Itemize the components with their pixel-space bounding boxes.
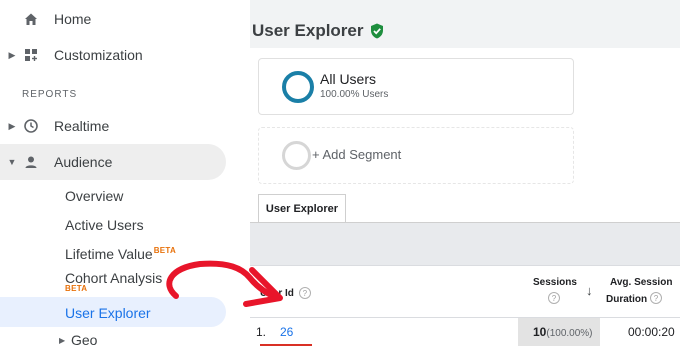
reports-section-label: REPORTS: [22, 89, 78, 100]
sidebar-item-realtime[interactable]: ▶ Realtime: [0, 108, 240, 144]
page-title: User Explorer: [252, 21, 384, 41]
sidebar-subitem-lifetime-value[interactable]: Lifetime ValueBETA: [65, 246, 176, 262]
empty-segment-ring-icon: [282, 141, 311, 170]
sort-descending-icon[interactable]: ↓: [586, 283, 593, 298]
home-icon: [22, 10, 40, 28]
row-divider: [250, 317, 680, 318]
row-index: 1.: [256, 325, 267, 339]
sidebar-item-home[interactable]: Home: [0, 1, 240, 37]
page-title-text: User Explorer: [252, 21, 364, 40]
clock-icon: [22, 117, 40, 135]
caret-down-icon[interactable]: ▼: [7, 157, 17, 167]
help-icon[interactable]: ?: [650, 292, 662, 304]
sidebar-item-label: Realtime: [54, 118, 110, 134]
sidebar-subitem-overview[interactable]: Overview: [65, 188, 123, 204]
sidebar-item-label: Customization: [54, 47, 143, 63]
beta-badge: BETA: [153, 246, 177, 255]
segment-ring-icon: [282, 71, 314, 103]
help-icon[interactable]: ?: [298, 287, 311, 299]
avg-duration-value: 00:00:20: [628, 325, 675, 339]
sidebar-subitem-active-users[interactable]: Active Users: [65, 217, 144, 233]
sidebar-subitem-user-explorer[interactable]: User Explorer: [65, 305, 151, 321]
column-header-user-id[interactable]: User Id ?: [260, 287, 311, 299]
sidebar-item-label: Home: [54, 11, 92, 27]
person-icon: [22, 153, 40, 171]
tab-user-explorer[interactable]: User Explorer: [258, 194, 346, 222]
column-header-avg-session[interactable]: Avg. Session: [610, 277, 672, 288]
segment-all-users[interactable]: All Users 100.00% Users: [258, 58, 574, 115]
column-header-duration: Duration: [606, 294, 648, 305]
sidebar-item-label: Audience: [54, 154, 113, 170]
column-header-sessions[interactable]: Sessions: [533, 277, 577, 288]
sidebar: Home ▶ Customization REPORTS ▶ Realtime …: [0, 0, 250, 346]
dashboard-icon: [22, 46, 40, 64]
main-content: User Explorer All Users 100.00% Users + …: [250, 0, 680, 346]
add-segment-button[interactable]: + Add Segment: [258, 127, 574, 184]
user-id-link[interactable]: 26: [280, 325, 293, 339]
caret-right-icon[interactable]: ▶: [59, 336, 65, 345]
column-header-label: User Id: [260, 287, 294, 299]
sidebar-subitem-label: Geo: [71, 332, 98, 346]
add-segment-label: + Add Segment: [312, 147, 402, 162]
verified-shield-icon: [370, 23, 383, 39]
sessions-count: 10: [533, 325, 547, 339]
sidebar-item-customization[interactable]: ▶ Customization: [0, 37, 240, 73]
segment-name: All Users: [320, 71, 377, 87]
sessions-value: 10(100.00%): [533, 325, 593, 339]
beta-badge: BETA: [65, 284, 88, 293]
sidebar-subitem-label: Lifetime Value: [65, 246, 153, 262]
sessions-percent: (100.00%): [546, 328, 593, 339]
toolbar-band: [250, 223, 680, 265]
caret-right-icon[interactable]: ▶: [7, 121, 17, 132]
caret-right-icon[interactable]: ▶: [7, 50, 17, 61]
sidebar-item-audience[interactable]: ▼ Audience: [0, 144, 226, 180]
help-icon[interactable]: ?: [548, 292, 560, 304]
sidebar-subitem-geo[interactable]: ▶ Geo: [0, 327, 200, 346]
segment-percent: 100.00% Users: [320, 89, 389, 100]
